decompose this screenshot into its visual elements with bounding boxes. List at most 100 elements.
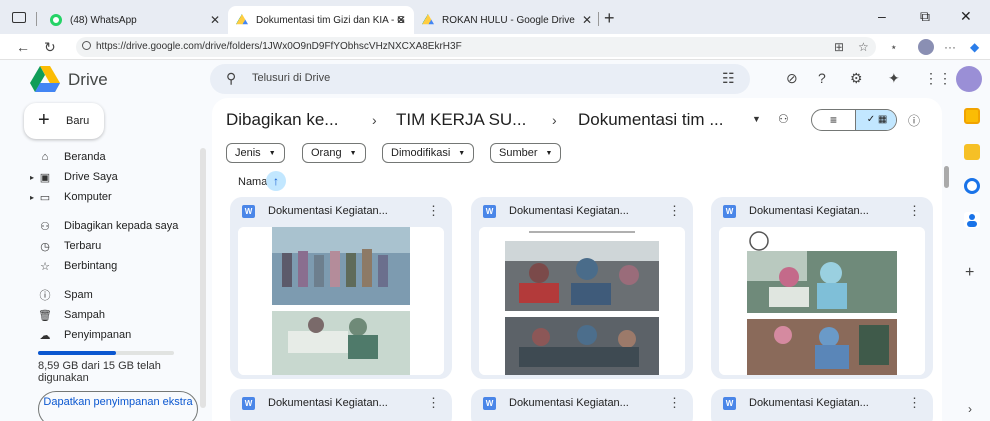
breadcrumb-item[interactable]: TIM KERJA SU... bbox=[396, 110, 526, 130]
sidebar-item-terbaru[interactable]: ◷ Terbaru bbox=[22, 236, 198, 256]
tab-rokan-hulu[interactable]: ROKAN HULU - Google Drive ✕ bbox=[414, 6, 600, 34]
more-vert-icon[interactable]: ⋮ bbox=[668, 203, 681, 219]
file-card[interactable]: W Dokumentasi Kegiatan... ⋮ bbox=[711, 389, 933, 421]
sidebar-item-label: Dibagikan kepada saya bbox=[64, 220, 179, 232]
copilot-icon[interactable]: ◆ bbox=[970, 40, 979, 54]
sidebar-item-label: Berbintang bbox=[64, 260, 118, 272]
close-icon[interactable]: ✕ bbox=[210, 13, 220, 27]
tab-label: (48) WhatsApp bbox=[70, 14, 137, 26]
file-title: Dokumentasi Kegiatan... bbox=[749, 205, 869, 217]
info-icon[interactable]: ⓘ bbox=[908, 112, 920, 129]
expand-arrow-icon[interactable]: ▸ bbox=[30, 173, 34, 182]
breadcrumb-current[interactable]: Dokumentasi tim ... bbox=[578, 110, 724, 130]
word-doc-icon: W bbox=[242, 397, 255, 410]
file-title: Dokumentasi Kegiatan... bbox=[749, 397, 869, 409]
sidebar-item-drive-saya[interactable]: ▸ ▣ Drive Saya bbox=[22, 167, 198, 187]
browser-profile-avatar[interactable] bbox=[918, 39, 934, 55]
browser-tab-strip: (48) WhatsApp ✕ Dokumentasi tim Gizi dan… bbox=[0, 0, 990, 34]
get-more-storage-button[interactable]: Dapatkan penyimpanan ekstra bbox=[38, 391, 198, 421]
sort-label[interactable]: Nama bbox=[238, 176, 267, 188]
contacts-icon[interactable] bbox=[964, 212, 980, 228]
new-tab-icon[interactable]: + bbox=[604, 8, 615, 29]
apps-grid-icon[interactable]: ⋮⋮ bbox=[924, 70, 952, 87]
filter-chip-dimodifikasi[interactable]: Dimodifikasi ▼ bbox=[382, 143, 475, 163]
sort-direction-icon[interactable]: ↑ bbox=[266, 171, 286, 191]
gemini-icon[interactable]: ✦ bbox=[888, 70, 900, 87]
file-card[interactable]: W Dokumentasi Kegiatan... ⋮ bbox=[711, 197, 933, 379]
caret-down-icon: ▼ bbox=[458, 149, 466, 157]
sidebar-item-spam[interactable]: ⓘ Spam bbox=[22, 285, 198, 305]
expand-arrow-icon[interactable]: ▸ bbox=[30, 193, 34, 202]
file-card[interactable]: W Dokumentasi Kegiatan... ⋮ bbox=[471, 197, 693, 379]
more-vert-icon[interactable]: ⋮ bbox=[668, 395, 681, 411]
sidebar-item-label: Komputer bbox=[64, 191, 112, 203]
file-card[interactable]: W Dokumentasi Kegiatan... ⋮ bbox=[230, 197, 452, 379]
file-card[interactable]: W Dokumentasi Kegiatan... ⋮ bbox=[471, 389, 693, 421]
help-icon[interactable]: ? bbox=[818, 70, 826, 86]
close-icon[interactable]: ✕ bbox=[582, 13, 592, 27]
storage-usage-text: 8,59 GB dari 15 GB telah digunakan bbox=[38, 360, 161, 384]
grid-view-icon[interactable]: ✓ ▦ bbox=[855, 110, 896, 130]
filter-chip-jenis[interactable]: Jenis ▼ bbox=[226, 143, 285, 163]
word-doc-icon: W bbox=[242, 205, 255, 218]
content-scrollbar[interactable] bbox=[944, 166, 949, 188]
keep-icon[interactable] bbox=[964, 144, 980, 160]
sidebar-scrollbar[interactable] bbox=[200, 148, 206, 408]
favorites-icon[interactable]: ⋆ bbox=[890, 40, 898, 54]
account-avatar[interactable] bbox=[956, 66, 982, 92]
manage-access-icon[interactable]: ⚇ bbox=[778, 112, 789, 126]
chevron-down-icon[interactable]: ▼ bbox=[752, 114, 761, 124]
whatsapp-icon bbox=[50, 14, 62, 26]
filter-chip-label: Orang bbox=[311, 147, 342, 159]
filter-chip-label: Jenis bbox=[235, 147, 261, 159]
settings-gear-icon[interactable]: ⚙ bbox=[850, 70, 863, 87]
file-card[interactable]: W Dokumentasi Kegiatan... ⋮ bbox=[230, 389, 452, 421]
close-icon[interactable]: ✕ bbox=[396, 13, 406, 27]
site-info-icon[interactable] bbox=[82, 41, 91, 50]
tab-whatsapp[interactable]: (48) WhatsApp ✕ bbox=[42, 6, 228, 34]
breadcrumb-item[interactable]: Dibagikan ke... bbox=[226, 110, 338, 130]
file-thumbnail bbox=[238, 227, 444, 375]
favorite-star-icon[interactable]: ☆ bbox=[858, 40, 869, 54]
sidebar-item-berbintang[interactable]: ☆ Berbintang bbox=[22, 256, 198, 276]
search-options-icon[interactable]: ☷ bbox=[722, 70, 735, 87]
tasks-icon[interactable] bbox=[964, 178, 980, 194]
sidebar-item-label: Terbaru bbox=[64, 240, 102, 252]
drive-icon bbox=[236, 14, 248, 25]
more-icon[interactable]: ··· bbox=[944, 40, 956, 54]
tab-dokumentasi[interactable]: Dokumentasi tim Gizi dan KIA - G ✕ bbox=[228, 6, 414, 34]
search-icon[interactable]: ⚲ bbox=[226, 70, 236, 87]
chevron-right-icon[interactable]: › bbox=[968, 402, 972, 416]
restore-icon[interactable]: ⧉ bbox=[920, 8, 930, 25]
offline-status-icon[interactable]: ⊘ bbox=[786, 70, 798, 87]
window-menu-icon[interactable] bbox=[12, 12, 26, 23]
app-icon[interactable]: ⊞ bbox=[834, 40, 844, 54]
more-vert-icon[interactable]: ⋮ bbox=[908, 203, 921, 219]
back-icon[interactable]: ← bbox=[16, 39, 30, 55]
app-name: Drive bbox=[68, 70, 108, 89]
filter-chip-sumber[interactable]: Sumber ▼ bbox=[490, 143, 562, 163]
file-title: Dokumentasi Kegiatan... bbox=[268, 205, 388, 217]
word-doc-icon: W bbox=[483, 397, 496, 410]
spam-icon: ⓘ bbox=[39, 290, 51, 302]
add-addon-icon[interactable]: + bbox=[965, 264, 974, 282]
list-view-icon[interactable]: ≡ bbox=[812, 110, 855, 130]
sidebar-item-shared[interactable]: ⚇ Dibagikan kepada saya bbox=[22, 216, 198, 236]
calendar-icon[interactable] bbox=[964, 108, 980, 124]
more-vert-icon[interactable]: ⋮ bbox=[427, 395, 440, 411]
refresh-icon[interactable]: ↻ bbox=[44, 39, 56, 56]
more-vert-icon[interactable]: ⋮ bbox=[427, 203, 440, 219]
sidebar-item-penyimpanan[interactable]: ☁ Penyimpanan bbox=[22, 325, 198, 345]
drive-logo-icon[interactable] bbox=[30, 66, 60, 95]
sidebar-item-komputer[interactable]: ▸ ▭ Komputer bbox=[22, 187, 198, 207]
view-toggle[interactable]: ≡ ✓ ▦ bbox=[811, 109, 897, 131]
more-vert-icon[interactable]: ⋮ bbox=[908, 395, 921, 411]
filter-chip-orang[interactable]: Orang ▼ bbox=[302, 143, 366, 163]
new-button[interactable]: + Baru bbox=[24, 103, 104, 139]
sidebar-item-sampah[interactable]: 🗑 Sampah bbox=[22, 305, 198, 325]
sidebar-item-beranda[interactable]: ⌂ Beranda bbox=[22, 147, 198, 167]
filter-chip-label: Sumber bbox=[499, 147, 538, 159]
close-window-icon[interactable]: ✕ bbox=[960, 8, 972, 25]
shared-icon: ⚇ bbox=[40, 220, 50, 233]
minimize-icon[interactable]: – bbox=[878, 8, 886, 24]
